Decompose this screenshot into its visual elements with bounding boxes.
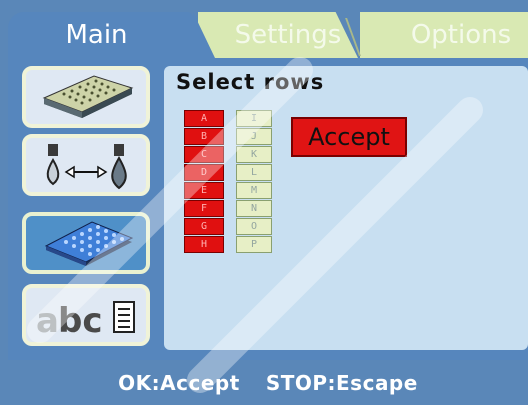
tab-options[interactable]: Options: [360, 12, 528, 58]
row-button-o[interactable]: O: [236, 218, 272, 235]
row-button-h[interactable]: H: [184, 236, 224, 253]
row-button-p[interactable]: P: [236, 236, 272, 253]
svg-text:bc: bc: [58, 301, 103, 340]
sidebar-item-text[interactable]: a bc: [22, 284, 150, 346]
content-area: Select rows A B C D E F G H I J K L M N …: [164, 66, 528, 350]
page-title: Select rows: [176, 70, 325, 94]
row-button-n[interactable]: N: [236, 200, 272, 217]
row-button-f[interactable]: F: [184, 200, 224, 217]
row-button-a[interactable]: A: [184, 110, 224, 127]
svg-text:a: a: [36, 301, 59, 340]
row-button-l[interactable]: L: [236, 164, 272, 181]
row-button-i[interactable]: I: [236, 110, 272, 127]
selected-plate-icon: [44, 221, 134, 266]
row-button-d[interactable]: D: [184, 164, 224, 181]
tab-main[interactable]: Main: [8, 12, 215, 58]
stop-hint: STOP:Escape: [265, 370, 418, 395]
rows-column-right: I J K L M N O P: [234, 110, 274, 254]
main-panel: a bc Select rows A B C D E F G H I J K L…: [8, 58, 528, 360]
tab-settings[interactable]: Settings: [198, 12, 358, 58]
row-button-c[interactable]: C: [184, 146, 224, 163]
ok-hint: OK:Accept: [118, 370, 240, 395]
row-button-g[interactable]: G: [184, 218, 224, 235]
tab-options-label: Options: [410, 20, 512, 50]
row-button-e[interactable]: E: [184, 182, 224, 199]
rows-column-left: A B C D E F G H: [184, 110, 224, 254]
sidebar-item-plate-selection[interactable]: [22, 212, 150, 274]
row-button-m[interactable]: M: [236, 182, 272, 199]
abc-document-icon: a bc: [36, 301, 135, 340]
sidebar-item-dispense[interactable]: [22, 134, 150, 196]
device-screen: Options Settings Main a bc Select rows A…: [0, 0, 528, 405]
tab-settings-label: Settings: [234, 20, 342, 50]
status-bar: OK:Accept STOP:Escape: [8, 360, 528, 405]
microplate-stack-icon: [42, 75, 134, 118]
row-button-b[interactable]: B: [184, 128, 224, 145]
droplet-transfer-icon: [46, 144, 127, 190]
row-button-j[interactable]: J: [236, 128, 272, 145]
sidebar-item-plates[interactable]: [22, 66, 150, 128]
accept-button[interactable]: Accept: [291, 117, 407, 157]
row-button-k[interactable]: K: [236, 146, 272, 163]
tab-main-label: Main: [65, 20, 128, 50]
